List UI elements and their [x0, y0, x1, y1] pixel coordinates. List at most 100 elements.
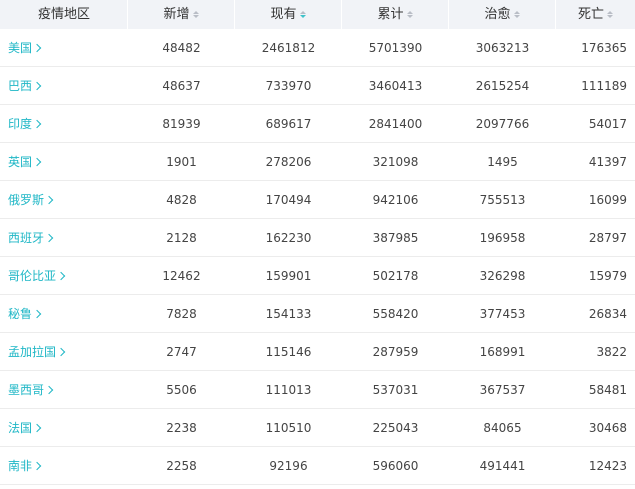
- cell-dead-text: 58481: [588, 382, 627, 397]
- cell-current-text: 159901: [265, 268, 312, 283]
- cell-new: 4828: [128, 193, 235, 207]
- cell-dead-text: 111189: [581, 78, 627, 93]
- chevron-right-icon: [56, 271, 66, 281]
- region-link-text: 俄罗斯: [8, 193, 45, 207]
- header-region: 疫情地区: [0, 0, 128, 29]
- region-link[interactable]: 印度: [0, 115, 128, 132]
- cell-total-text: 225043: [372, 420, 419, 435]
- header-current-sort[interactable]: 现有: [235, 0, 342, 29]
- cell-dead-text: 15979: [588, 268, 627, 283]
- cell-current: 733970: [235, 79, 342, 93]
- cell-new-text: 1901: [166, 154, 197, 169]
- cell-dead: 12423: [556, 459, 635, 473]
- cell-total: 558420: [342, 307, 449, 321]
- region-link[interactable]: 哥伦比亚: [0, 267, 128, 284]
- cell-new-text: 12462: [162, 268, 201, 283]
- cell-current: 170494: [235, 193, 342, 207]
- cell-new-text: 2238: [166, 420, 197, 435]
- region-link[interactable]: 俄罗斯: [0, 191, 128, 208]
- region-link-text: 西班牙: [8, 231, 45, 245]
- cell-new: 48637: [128, 79, 235, 93]
- header-total-sort[interactable]: 累计: [342, 0, 449, 29]
- cell-healed: 755513: [449, 193, 556, 207]
- cell-total-text: 596060: [372, 458, 419, 473]
- cell-new-text: 5506: [166, 382, 197, 397]
- cell-dead-text: 30468: [588, 420, 627, 435]
- cell-new: 5506: [128, 383, 235, 397]
- cell-dead: 58481: [556, 383, 635, 397]
- cell-healed-text: 326298: [479, 268, 526, 283]
- cell-healed: 3063213: [449, 41, 556, 55]
- cell-current-text: 278206: [265, 154, 312, 169]
- cell-new-text: 4828: [166, 192, 197, 207]
- region-link[interactable]: 西班牙: [0, 229, 128, 246]
- sort-icon: [192, 11, 199, 18]
- region-link-text: 秘鲁: [8, 307, 33, 321]
- header-healed-sort[interactable]: 治愈: [449, 0, 556, 29]
- cell-current-text: 2461812: [261, 40, 316, 55]
- region-link[interactable]: 法国: [0, 419, 128, 436]
- cell-healed: 2097766: [449, 117, 556, 131]
- cell-new-text: 2747: [166, 344, 197, 359]
- cell-new: 7828: [128, 307, 235, 321]
- chevron-right-icon: [32, 43, 42, 53]
- cell-current-text: 733970: [265, 78, 312, 93]
- cell-dead-text: 12423: [588, 458, 627, 473]
- chevron-right-icon: [32, 119, 42, 129]
- header-dead-sort[interactable]: 死亡: [556, 0, 635, 29]
- region-link-text: 孟加拉国: [8, 345, 57, 359]
- cell-new: 12462: [128, 269, 235, 283]
- table-row: 哥伦比亚 12462 159901 502178 326298 15979: [0, 257, 635, 295]
- cell-total: 287959: [342, 345, 449, 359]
- cell-healed-text: 1495: [487, 154, 518, 169]
- header-region-label: 疫情地区: [38, 7, 91, 22]
- cell-current: 154133: [235, 307, 342, 321]
- cell-healed: 2615254: [449, 79, 556, 93]
- cell-current-text: 110510: [265, 420, 312, 435]
- cell-current: 92196: [235, 459, 342, 473]
- cell-healed-text: 367537: [479, 382, 526, 397]
- chevron-right-icon: [44, 385, 54, 395]
- cell-dead: 28797: [556, 231, 635, 245]
- header-new-sort[interactable]: 新增: [128, 0, 235, 29]
- cell-total: 3460413: [342, 79, 449, 93]
- table-row: 孟加拉国 2747 115146 287959 168991 3822: [0, 333, 635, 371]
- cell-dead-text: 28797: [588, 230, 627, 245]
- region-link[interactable]: 美国: [0, 39, 128, 56]
- region-link[interactable]: 秘鲁: [0, 305, 128, 322]
- region-link[interactable]: 巴西: [0, 77, 128, 94]
- cell-current: 2461812: [235, 41, 342, 55]
- region-link-text: 墨西哥: [8, 383, 45, 397]
- cell-dead-text: 3822: [596, 344, 627, 359]
- cell-total-text: 558420: [372, 306, 419, 321]
- cell-current-text: 170494: [265, 192, 312, 207]
- region-link-text: 印度: [8, 117, 33, 131]
- cell-healed-text: 755513: [479, 192, 526, 207]
- header-new-label: 新增: [163, 7, 190, 22]
- cell-total: 596060: [342, 459, 449, 473]
- chevron-right-icon: [32, 81, 42, 91]
- cell-new: 48482: [128, 41, 235, 55]
- region-link[interactable]: 南非: [0, 457, 128, 474]
- region-link[interactable]: 墨西哥: [0, 381, 128, 398]
- region-link[interactable]: 孟加拉国: [0, 343, 128, 360]
- cell-dead: 16099: [556, 193, 635, 207]
- region-link-text: 巴西: [8, 79, 33, 93]
- header-total-label: 累计: [377, 7, 404, 22]
- cell-current: 162230: [235, 231, 342, 245]
- region-link[interactable]: 英国: [0, 153, 128, 170]
- region-link-text: 法国: [8, 421, 33, 435]
- cell-new: 2128: [128, 231, 235, 245]
- cell-healed-text: 2615254: [475, 78, 530, 93]
- cell-new-text: 2128: [166, 230, 197, 245]
- cell-total: 502178: [342, 269, 449, 283]
- sort-icon: [406, 11, 413, 18]
- header-current-label: 现有: [270, 7, 297, 22]
- cell-dead: 26834: [556, 307, 635, 321]
- cell-total-text: 2841400: [368, 116, 423, 131]
- cell-current: 110510: [235, 421, 342, 435]
- cell-healed: 168991: [449, 345, 556, 359]
- cell-total-text: 387985: [372, 230, 419, 245]
- cell-healed: 367537: [449, 383, 556, 397]
- cell-dead-text: 41397: [588, 154, 627, 169]
